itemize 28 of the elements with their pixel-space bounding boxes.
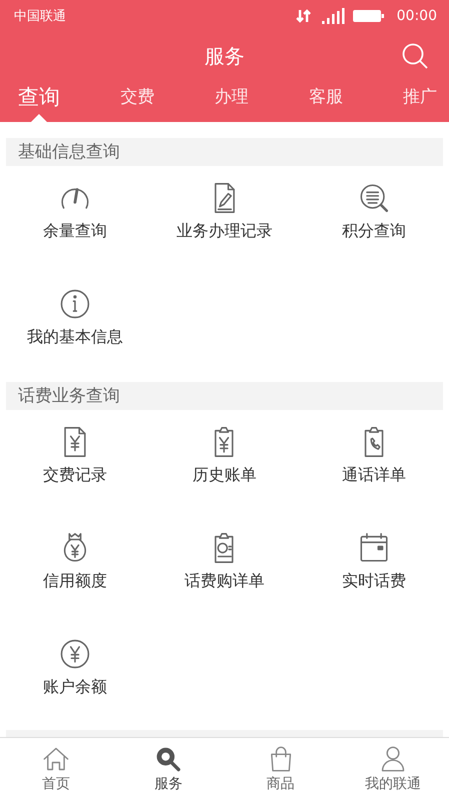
nav-tab[interactable]: 服务 bbox=[112, 738, 224, 800]
carrier-name: 中国联通 bbox=[14, 8, 66, 25]
service-item[interactable]: 话费购详单 bbox=[150, 516, 300, 622]
signal-icon bbox=[320, 8, 345, 24]
battery-icon bbox=[352, 10, 385, 22]
page-title: 服务 bbox=[204, 42, 244, 70]
home-icon bbox=[42, 745, 70, 773]
service-item[interactable]: 业务办理记录 bbox=[150, 166, 300, 272]
service-item[interactable]: 我的基本信息 bbox=[0, 272, 150, 378]
nav-tab[interactable]: 首页 bbox=[0, 738, 112, 800]
nav-tab[interactable]: 我的联通 bbox=[336, 738, 449, 800]
search-icon[interactable] bbox=[401, 42, 429, 70]
section-header: 话费业务查询 bbox=[6, 382, 443, 410]
data-transfer-icon bbox=[294, 9, 313, 23]
service-item[interactable]: 余量查询 bbox=[0, 166, 150, 272]
service-item[interactable]: 积分查询 bbox=[299, 166, 449, 272]
service-item[interactable]: 交费记录 bbox=[0, 410, 150, 516]
search-icon bbox=[154, 745, 182, 773]
nav-tab[interactable]: 商品 bbox=[224, 738, 337, 800]
service-item[interactable]: 实时话费 bbox=[299, 516, 449, 622]
service-item[interactable]: 账户余额 bbox=[0, 622, 150, 728]
tab-pointer-icon bbox=[31, 114, 47, 122]
tab[interactable]: 查询 bbox=[18, 84, 60, 110]
clock-time: 00:00 bbox=[396, 8, 437, 24]
section-header: 基础信息查询 bbox=[6, 138, 443, 166]
service-item[interactable]: 通话详单 bbox=[299, 410, 449, 516]
service-item[interactable]: 历史账单 bbox=[150, 410, 300, 516]
service-item[interactable]: 信用额度 bbox=[0, 516, 150, 622]
